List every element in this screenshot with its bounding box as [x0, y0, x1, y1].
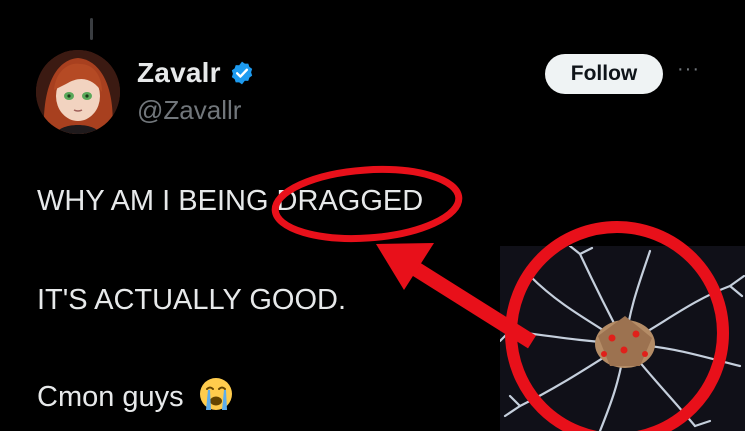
red-arrow-head	[376, 243, 434, 290]
avatar-anime-portrait-icon	[36, 50, 120, 134]
creature-image-icon	[500, 246, 745, 431]
tweet-text-line-1: WHY AM I BEING DRAGGED	[37, 185, 424, 217]
tweet-text-line-2: IT'S ACTUALLY GOOD.	[37, 284, 347, 316]
avatar[interactable]	[36, 50, 120, 134]
tweet-text-line-3: Cmon guys	[37, 376, 234, 414]
follow-button[interactable]: Follow	[545, 54, 663, 94]
verified-badge-icon	[231, 61, 252, 85]
tweet-media-image[interactable]	[500, 246, 745, 431]
author-name-row: Zavalr	[137, 57, 255, 89]
loudly-crying-face-icon	[199, 378, 232, 410]
thread-connector-line	[90, 18, 93, 40]
more-options-icon[interactable]: ···	[677, 58, 700, 81]
tweet-text-line-3-text: Cmon guys	[37, 381, 184, 413]
author-display-name[interactable]: Zavalr	[137, 57, 221, 89]
author-handle[interactable]: @Zavallr	[137, 95, 241, 126]
